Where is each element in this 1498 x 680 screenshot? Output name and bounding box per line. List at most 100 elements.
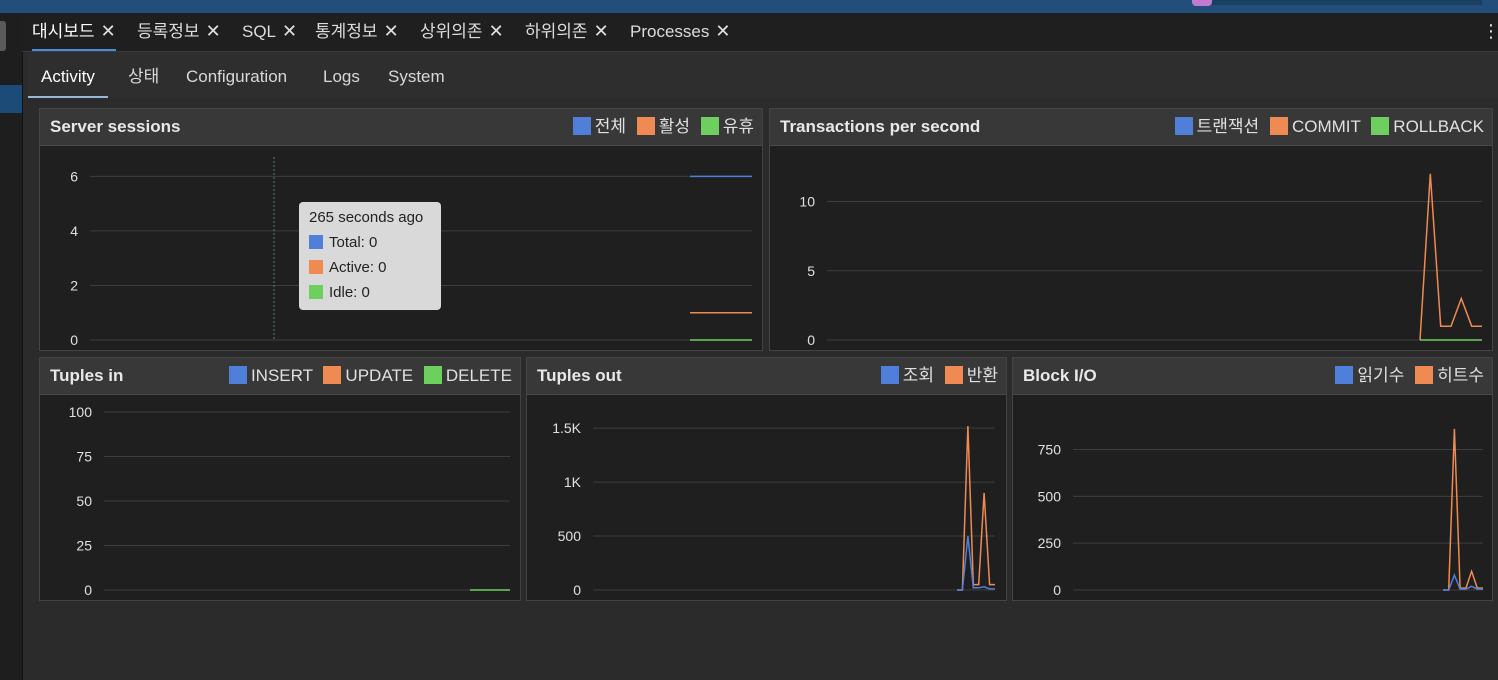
panel-header: Block I/O 읽기수 히트수 <box>1013 358 1492 395</box>
legend-label: INSERT <box>250 366 313 385</box>
dashboard-content: Server sessions 전체 활성 유휴 6 4 2 0 265 second… <box>28 98 1498 680</box>
tab-label: SQL <box>242 22 277 41</box>
dashboard-subtabs: Activity 상태 Configuration Logs System <box>28 52 1498 99</box>
legend-label: 히트수 <box>1437 366 1484 385</box>
legend-label: 반환 <box>966 366 998 385</box>
subtab-activity[interactable]: Activity <box>28 52 108 98</box>
tab-properties[interactable]: 등록정보 ✕ <box>137 13 221 49</box>
tab-label: 하위의존 <box>525 22 588 41</box>
panel-header: Transactions per second 트랜잭션 COMMIT ROLL… <box>770 109 1492 146</box>
server-sessions-panel: Server sessions 전체 활성 유휴 6 4 2 0 265 second… <box>39 108 763 351</box>
tab-label: 통계정보 <box>315 22 378 41</box>
tab-sql[interactable]: SQL ✕ <box>242 13 297 49</box>
panel-header: Server sessions 전체 활성 유휴 <box>40 109 762 146</box>
chart-legend: 읽기수 히트수 <box>1329 358 1484 394</box>
subtab-status[interactable]: 상태 <box>128 52 159 96</box>
legend-swatch-green <box>700 117 719 135</box>
legend-swatch-orange <box>323 366 342 384</box>
transactions-panel: Transactions per second 트랜잭션 COMMIT ROLL… <box>769 108 1493 351</box>
y-tick-label: 500 <box>1038 488 1062 504</box>
series-line-히트수 <box>1443 428 1483 591</box>
y-tick-label: 10 <box>799 194 815 210</box>
legend-label: 활성 <box>658 117 690 136</box>
legend-swatch-green <box>1371 117 1390 135</box>
y-tick-label: 500 <box>558 528 582 544</box>
block-io-panel: Block I/O 읽기수 히트수 750 500 250 0 <box>1012 357 1493 601</box>
legend-swatch-blue <box>880 366 899 384</box>
chart-legend: 전체 활성 유휴 <box>567 109 754 145</box>
tab-label: 대시보드 <box>32 22 95 41</box>
legend-label: 조회 <box>902 366 934 385</box>
tab-statistics[interactable]: 통계정보 ✕ <box>315 13 399 49</box>
close-icon[interactable]: ✕ <box>715 13 730 49</box>
legend-swatch-blue <box>1174 117 1193 135</box>
y-tick-label: 4 <box>70 223 78 239</box>
title-bar-text-area <box>1212 0 1482 5</box>
y-tick-label: 1K <box>564 474 582 490</box>
legend-label: 트랜잭션 <box>1196 117 1260 136</box>
legend-swatch-orange <box>1269 117 1288 135</box>
tooltip-total: Total: 0 <box>309 234 377 251</box>
app-logo-icon <box>1192 0 1212 6</box>
chart-legend: INSERT UPDATE DELETE <box>223 358 512 394</box>
y-tick-label: 100 <box>69 404 93 420</box>
subtab-configuration[interactable]: Configuration <box>186 52 287 96</box>
close-icon[interactable]: ✕ <box>384 13 399 49</box>
legend-label: UPDATE <box>345 366 414 385</box>
legend-label: 읽기수 <box>1357 366 1405 385</box>
legend-label: 전체 <box>594 117 626 136</box>
panel-header: Tuples in INSERT UPDATE DELETE <box>40 358 520 395</box>
y-tick-label: 250 <box>1038 535 1062 551</box>
close-icon[interactable]: ✕ <box>489 13 504 49</box>
tab-processes[interactable]: Processes ✕ <box>630 13 730 49</box>
close-icon[interactable]: ✕ <box>101 13 116 49</box>
tab-dependencies-down[interactable]: 하위의존 ✕ <box>525 13 609 49</box>
navigator-selected-item[interactable] <box>0 85 22 113</box>
subtab-system[interactable]: System <box>388 52 445 96</box>
series-line-COMMIT <box>1419 173 1482 341</box>
tab-label: 등록정보 <box>137 22 200 41</box>
transactions-chart: 10 5 0 <box>799 173 1482 348</box>
y-tick-label: 25 <box>76 538 92 554</box>
legend-label: COMMIT <box>1291 117 1361 136</box>
title-bar <box>0 0 1498 13</box>
y-tick-label: 1.5K <box>552 420 581 436</box>
panel-header: Tuples out 조회 반환 <box>527 358 1006 395</box>
y-tick-label: 50 <box>76 493 92 509</box>
subtab-logs[interactable]: Logs <box>323 52 360 96</box>
tab-label: 상위의존 <box>420 22 483 41</box>
tooltip-idle: Idle: 0 <box>309 284 370 301</box>
legend-label: DELETE <box>445 366 512 385</box>
block-io-chart: 750 500 250 0 <box>1038 428 1483 598</box>
tuples-out-panel: Tuples out 조회 반환 1.5K 1K 500 0 <box>526 357 1007 601</box>
series-line-반환 <box>957 425 995 591</box>
y-tick-label: 0 <box>1053 582 1061 598</box>
tab-label: Processes <box>630 22 710 41</box>
close-icon[interactable]: ✕ <box>282 13 297 49</box>
panel-title: Tuples out <box>537 366 622 385</box>
y-tick-label: 0 <box>573 582 581 598</box>
y-tick-label: 0 <box>70 332 78 348</box>
close-icon[interactable]: ✕ <box>206 13 221 49</box>
y-tick-label: 0 <box>807 332 815 348</box>
tooltip-title: 265 seconds ago <box>309 209 424 226</box>
chart-legend: 조회 반환 <box>875 358 998 394</box>
legend-swatch-green <box>423 366 442 384</box>
panel-title: Server sessions <box>50 117 181 136</box>
navigator-scroll-handle[interactable] <box>0 21 6 51</box>
tuples-in-panel: Tuples in INSERT UPDATE DELETE 100 75 50 25… <box>39 357 521 601</box>
legend-label: 유휴 <box>722 117 754 136</box>
panel-title: Tuples in <box>50 366 124 385</box>
chart-tooltip: 265 seconds ago Total: 0 Active: 0 Idle:… <box>299 202 441 310</box>
legend-label: ROLLBACK <box>1393 117 1484 136</box>
tab-dependencies-up[interactable]: 상위의존 ✕ <box>420 13 504 49</box>
legend-swatch-blue <box>572 117 591 135</box>
y-tick-label: 75 <box>76 449 92 465</box>
close-icon[interactable]: ✕ <box>594 13 609 49</box>
tab-dashboard[interactable]: 대시보드 ✕ <box>32 13 116 51</box>
y-tick-label: 2 <box>70 277 78 293</box>
navigator-panel <box>0 13 23 680</box>
more-menu-icon[interactable]: ⋮ <box>1482 21 1498 41</box>
tooltip-active: Active: 0 <box>309 259 387 276</box>
legend-swatch-orange <box>636 117 655 135</box>
